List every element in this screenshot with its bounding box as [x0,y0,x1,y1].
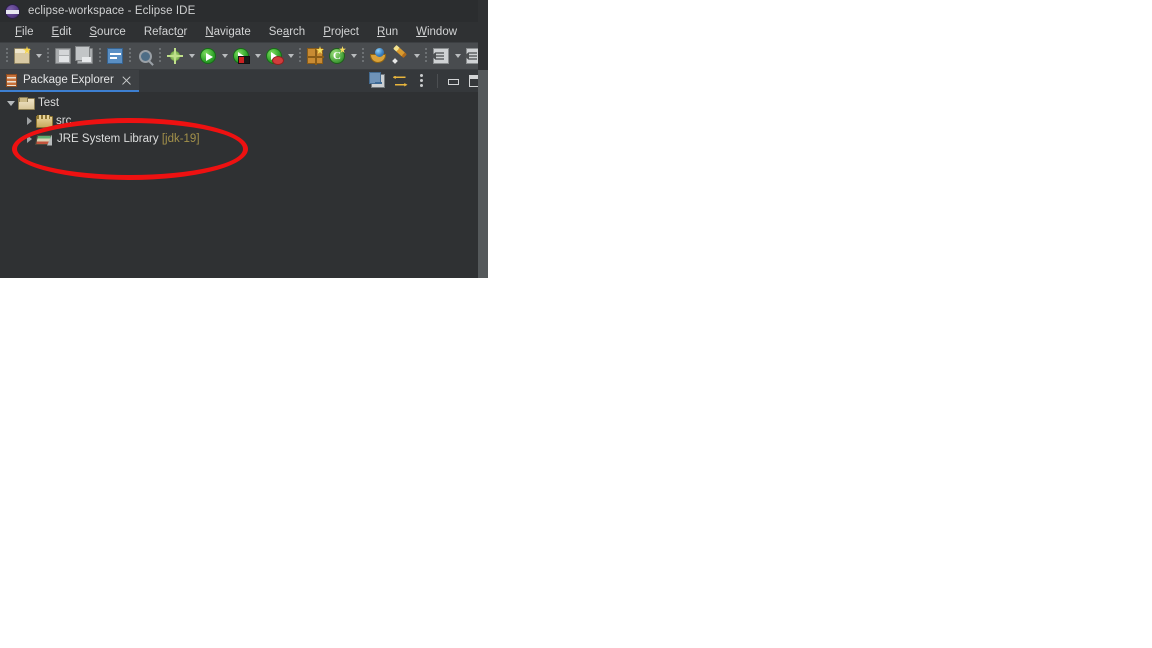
debug-button[interactable] [230,45,252,67]
menu-bar: File Edit Source Refactor Navigate Search Proj… [0,22,488,42]
window-title: eclipse-workspace - Eclipse IDE [28,5,196,17]
link-editor-icon [393,75,408,88]
debug-icon [233,48,250,64]
new-wizard-button[interactable] [11,45,33,67]
eclipse-logo-icon [5,3,20,19]
open-type-icon [370,48,386,64]
export-doc-icon [431,48,449,64]
tree-node-jre-system-library[interactable]: JRE System Library [jdk-19] [0,130,488,148]
save-button[interactable] [52,45,74,67]
view-tab-row: Package Explorer [0,70,488,92]
export-button[interactable] [430,45,452,67]
view-toolbar [367,70,486,92]
menu-project[interactable]: Project [314,22,368,42]
menu-search[interactable]: Search [260,22,314,42]
project-tree: Test src JRE System Library [jdk-19] [0,92,488,148]
tree-node-label: src [56,115,72,127]
collapse-all-button[interactable] [367,71,389,91]
chevron-right-icon[interactable] [22,130,36,148]
collapse-all-icon [369,72,385,88]
chevron-right-icon[interactable] [22,112,36,130]
java-project-icon [307,48,324,65]
annotate-dropdown[interactable] [411,45,422,67]
package-explorer-view: Package Explorer Test src JRE System Libra… [0,70,488,266]
search-button[interactable] [134,45,156,67]
toolbar-separator [47,48,49,64]
source-folder-icon [36,114,53,128]
package-explorer-icon [6,73,17,87]
menu-run[interactable]: Run [368,22,407,42]
java-project-folder-icon [18,96,35,110]
save-floppy-icon [55,48,71,64]
toolbar-separator [159,48,161,64]
tab-label: Package Explorer [23,74,114,86]
chevron-down-icon[interactable] [4,94,18,112]
menu-file[interactable]: File [6,22,43,42]
tree-node-src[interactable]: src [0,112,488,130]
search-magnifier-icon [138,49,152,63]
toolbar-separator [129,48,131,64]
tree-node-label: Test [38,97,60,109]
tree-node-label: JRE System Library [jdk-19] [57,133,200,145]
menu-edit[interactable]: Edit [43,22,81,42]
print-button[interactable] [104,45,126,67]
external-tools-dropdown[interactable] [186,45,197,67]
run-play-icon [200,48,216,64]
run-last-dropdown[interactable] [285,45,296,67]
link-with-editor-button[interactable] [389,71,411,91]
new-wizard-dropdown[interactable] [33,45,44,67]
run-button[interactable] [197,45,219,67]
jre-library-icon [36,133,52,146]
pencil-icon [392,48,408,64]
new-folder-star-icon [14,48,30,64]
sash-top-filler [478,0,488,70]
export-dropdown[interactable] [452,45,463,67]
view-sash-handle[interactable] [478,70,488,278]
toolbar-separator [425,48,427,64]
main-toolbar [0,42,488,70]
toolbar-separator [437,74,438,88]
vertical-dots-icon [420,74,424,88]
run-dropdown[interactable] [219,45,230,67]
new-class-icon [329,48,345,64]
minimize-view-button[interactable] [442,71,464,91]
menu-navigate[interactable]: Navigate [196,22,259,42]
toolbar-separator [362,48,364,64]
new-class-button[interactable] [326,45,348,67]
toolbar-separator [299,48,301,64]
close-icon[interactable] [121,75,132,86]
external-tools-button[interactable] [164,45,186,67]
tree-node-suffix: [jdk-19] [161,133,200,145]
eclipse-main-window: eclipse-workspace - Eclipse IDE File Edit… [0,0,488,278]
new-java-project-button[interactable] [304,45,326,67]
window-title-bar: eclipse-workspace - Eclipse IDE [0,0,488,22]
save-all-icon [75,46,93,64]
menu-window[interactable]: Window [407,22,466,42]
save-all-button[interactable] [74,45,96,67]
toolbar-separator [99,48,101,64]
sparkle-icon [167,48,183,64]
menu-source[interactable]: Source [80,22,134,42]
menu-refactor[interactable]: Refactor [135,22,197,42]
toolbar-separator [6,48,8,64]
minimize-icon [447,76,459,86]
tab-package-explorer[interactable]: Package Explorer [0,70,139,92]
run-stop-icon [266,48,284,65]
view-menu-button[interactable] [411,71,433,91]
blue-document-icon [107,48,123,64]
annotate-button[interactable] [389,45,411,67]
debug-dropdown[interactable] [252,45,263,67]
new-class-dropdown[interactable] [348,45,359,67]
open-type-button[interactable] [367,45,389,67]
run-last-button[interactable] [263,45,285,67]
tree-node-test[interactable]: Test [0,94,488,112]
